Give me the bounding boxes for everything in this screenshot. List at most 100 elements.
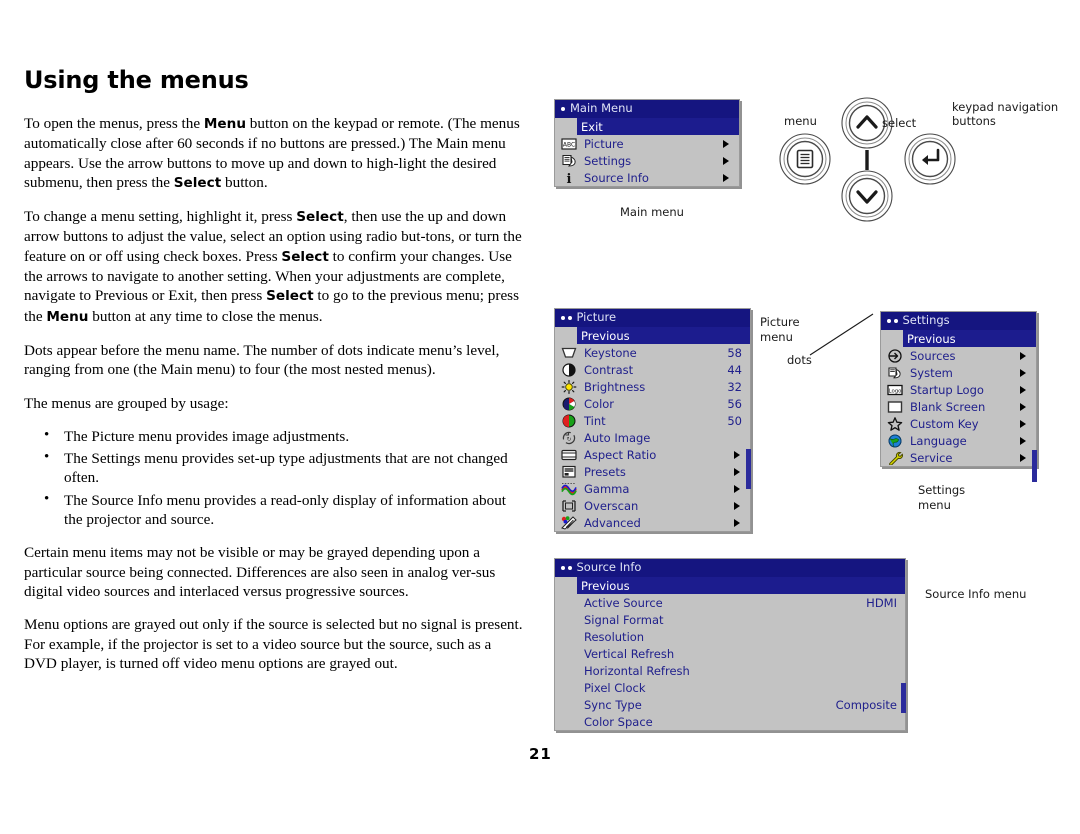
source-info-titlebar: Source Info <box>555 559 905 577</box>
submenu-arrow-icon[interactable] <box>1020 368 1026 377</box>
body-paragraph: The menus are grouped by usage: <box>24 394 526 413</box>
keystone-icon <box>558 345 580 361</box>
submenu-arrow-icon[interactable] <box>734 501 740 510</box>
menu-row[interactable]: Color 56 <box>555 395 750 412</box>
submenu-arrow-icon[interactable] <box>723 173 729 182</box>
picture-menu-panel[interactable]: Picture Previous Keystone 58 Contrast 44 Brig… <box>554 308 751 532</box>
submenu-arrow-icon[interactable] <box>1020 385 1026 394</box>
menu-row[interactable]: Language <box>881 432 1036 449</box>
submenu-arrow-icon[interactable] <box>723 139 729 148</box>
source-info-caption: Source Info menu <box>925 587 1027 601</box>
menu-row[interactable]: Signal Format <box>555 611 905 628</box>
menu-row[interactable]: Sync Type Composite <box>555 696 905 713</box>
info-icon: i <box>567 172 572 185</box>
menu-row[interactable]: Settings <box>555 152 739 169</box>
menu-row[interactable]: Brightness 32 <box>555 378 750 395</box>
menu-row-label: Tint <box>584 413 606 428</box>
settings-menu-panel[interactable]: Settings Previous Sources System Logo Startu… <box>880 311 1037 482</box>
menu-button-icon <box>779 133 831 185</box>
body-paragraph: Dots appear before the menu name. The nu… <box>24 341 526 380</box>
menu-row[interactable]: Contrast 44 <box>555 361 750 378</box>
menu-row[interactable]: Vertical Refresh <box>555 645 905 662</box>
menu-row[interactable]: Keystone 58 <box>555 344 750 361</box>
menu-row[interactable]: Blank Screen <box>881 398 1036 415</box>
text-run: Certain menu items may not be visible or… <box>24 544 496 600</box>
menu-row[interactable]: ABC Picture <box>555 135 739 152</box>
menu-row[interactable]: Previous <box>903 330 1036 347</box>
list-item-label: The Source Info menu provides a read-onl… <box>64 491 507 529</box>
source-info-scroll-nub[interactable] <box>901 683 906 713</box>
menu-row[interactable]: System <box>881 364 1036 381</box>
bold-term: Select <box>296 209 344 226</box>
menu-row[interactable]: Logo Startup Logo <box>881 381 1036 398</box>
menu-row-label: Language <box>910 433 967 448</box>
settings-menu-caption: Settings menu <box>918 483 966 512</box>
menu-row[interactable]: Color Space <box>555 713 905 730</box>
menu-row-label: Picture <box>584 136 624 151</box>
blank-icon <box>887 400 903 413</box>
wrench-icon <box>884 450 906 466</box>
menu-row[interactable]: Overscan <box>555 497 750 514</box>
submenu-arrow-icon[interactable] <box>1020 453 1026 462</box>
keypad-diagram: menu select keypad navigation buttons <box>770 92 1080 227</box>
menu-row[interactable]: Previous <box>577 577 905 594</box>
main-menu-titlebar: Main Menu <box>555 100 739 118</box>
abc-icon: ABC <box>561 137 577 150</box>
submenu-arrow-icon[interactable] <box>734 450 740 459</box>
menu-row[interactable]: Service <box>881 449 1036 466</box>
menu-row[interactable]: Previous <box>577 327 750 344</box>
menu-row[interactable]: Presets <box>555 463 750 480</box>
menu-row[interactable]: Tint 50 <box>555 412 750 429</box>
menu-row[interactable]: Pixel Clock <box>555 679 905 696</box>
menu-row[interactable]: Aspect Ratio <box>555 446 750 463</box>
submenu-arrow-icon[interactable] <box>734 518 740 527</box>
main-menu-panel[interactable]: Main Menu Exit ABC Picture Settings i Source … <box>554 99 740 187</box>
menu-row[interactable]: Resolution <box>555 628 905 645</box>
contrast-icon <box>562 362 576 377</box>
picture-menu-scroll-nub[interactable] <box>746 449 751 489</box>
menu-row-label: Resolution <box>584 629 645 644</box>
refresh-icon: ↻ <box>562 431 576 444</box>
submenu-arrow-icon[interactable] <box>1020 419 1026 428</box>
menu-row[interactable]: Active Source HDMI <box>555 594 905 611</box>
svg-text:Logo: Logo <box>889 388 902 394</box>
menu-row[interactable]: Sources <box>881 347 1036 364</box>
advanced-icon <box>561 515 577 530</box>
system-icon <box>884 365 906 381</box>
select-button-icon <box>904 133 956 185</box>
menu-row[interactable]: Gamma <box>555 480 750 497</box>
settings-menu-title: Settings <box>902 313 950 327</box>
submenu-arrow-icon[interactable] <box>1020 402 1026 411</box>
sun-icon <box>558 379 580 395</box>
list-item-label: The Picture menu provides image adjustme… <box>64 427 350 445</box>
sources-icon <box>884 348 906 364</box>
menu-row-label: Startup Logo <box>910 382 984 397</box>
submenu-arrow-icon[interactable] <box>734 484 740 493</box>
settings-menu-scroll-nub[interactable] <box>1032 450 1037 482</box>
submenu-arrow-icon[interactable] <box>1020 351 1026 360</box>
menu-row[interactable]: ↻ Auto Image <box>555 429 750 446</box>
menu-row[interactable]: i Source Info <box>555 169 739 186</box>
menu-row[interactable]: Exit <box>577 118 739 135</box>
picture-menu-caption: Picture menu <box>760 315 800 344</box>
submenu-arrow-icon[interactable] <box>734 467 740 476</box>
bullet-marker: • <box>44 449 50 466</box>
star-icon <box>884 416 906 432</box>
menu-level-dots <box>887 318 898 323</box>
menu-row[interactable]: Horizontal Refresh <box>555 662 905 679</box>
menu-row[interactable]: Advanced <box>555 514 750 531</box>
menu-level-dots <box>561 565 572 570</box>
submenu-arrow-icon[interactable] <box>1020 436 1026 445</box>
presets-icon <box>558 464 580 480</box>
menu-row[interactable]: Custom Key <box>881 415 1036 432</box>
menu-row-label: Advanced <box>584 515 641 530</box>
svg-text:i: i <box>567 172 572 185</box>
source-info-menu-panel[interactable]: Source Info Previous Active Source HDMI Sig… <box>554 558 906 731</box>
svg-text:↻: ↻ <box>566 436 571 443</box>
main-menu-rows: Exit ABC Picture Settings i Source Info <box>555 118 739 186</box>
list-item: • The Picture menu provides image adjustm… <box>24 427 526 446</box>
row-icon-none <box>558 663 580 679</box>
page-number: 21 <box>529 745 552 763</box>
keypad-navigation-label: keypad navigation buttons <box>952 100 1059 128</box>
submenu-arrow-icon[interactable] <box>723 156 729 165</box>
